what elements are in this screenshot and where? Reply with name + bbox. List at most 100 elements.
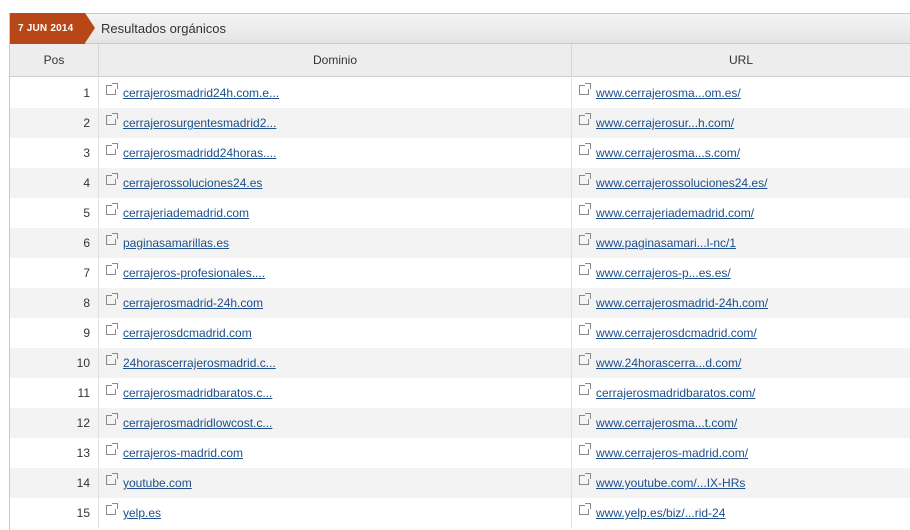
table-row: 3 cerrajerosmadridd24horas.... www.cerraje… xyxy=(10,138,910,168)
domain-link[interactable]: cerrajeros-madrid.com xyxy=(123,446,243,460)
pos-cell: 9 xyxy=(10,318,98,348)
pos-cell: 6 xyxy=(10,228,98,258)
domain-link[interactable]: cerrajerosmadrid24h.com.e... xyxy=(123,86,279,100)
url-link[interactable]: www.cerrajerosma...t.com/ xyxy=(596,416,737,430)
url-link[interactable]: www.cerrajeros-p...es.es/ xyxy=(596,266,731,280)
results-table-body: 1 cerrajerosmadrid24h.com.e... www.cerraje… xyxy=(10,78,910,528)
position-number: 8 xyxy=(83,296,90,310)
url-cell: www.yelp.es/biz/...rid-24 xyxy=(571,498,910,528)
url-link[interactable]: cerrajerosmadridbaratos.com/ xyxy=(596,386,755,400)
external-link-icon[interactable] xyxy=(106,353,118,365)
external-link-icon[interactable] xyxy=(579,143,591,155)
domain-link[interactable]: cerrajerosmadridlowcost.c... xyxy=(123,416,272,430)
external-link-icon[interactable] xyxy=(106,233,118,245)
column-header-domain[interactable]: Dominio xyxy=(98,44,571,76)
domain-link[interactable]: cerrajerosmadridd24horas.... xyxy=(123,146,276,160)
url-cell: www.cerrajeros-madrid.com/ xyxy=(571,438,910,468)
url-cell: www.cerrajeros-p...es.es/ xyxy=(571,258,910,288)
external-link-icon[interactable] xyxy=(106,293,118,305)
domain-link[interactable]: cerrajeriademadrid.com xyxy=(123,206,249,220)
external-link-icon[interactable] xyxy=(106,413,118,425)
pos-cell: 8 xyxy=(10,288,98,318)
pos-cell: 15 xyxy=(10,498,98,528)
url-cell: www.paginasamari...l-nc/1 xyxy=(571,228,910,258)
domain-cell: cerrajerosmadridlowcost.c... xyxy=(98,408,571,438)
url-link[interactable]: www.youtube.com/...IX-HRs xyxy=(596,476,745,490)
external-link-icon[interactable] xyxy=(579,293,591,305)
external-link-icon[interactable] xyxy=(579,353,591,365)
domain-link[interactable]: paginasamarillas.es xyxy=(123,236,229,250)
external-link-icon[interactable] xyxy=(106,173,118,185)
domain-cell: cerrajerosurgentesmadrid2... xyxy=(98,108,571,138)
pos-cell: 13 xyxy=(10,438,98,468)
url-link[interactable]: www.cerrajerosmadrid-24h.com/ xyxy=(596,296,768,310)
domain-link[interactable]: cerrajerosmadrid-24h.com xyxy=(123,296,263,310)
external-link-icon[interactable] xyxy=(579,263,591,275)
domain-link[interactable]: cerrajeros-profesionales.... xyxy=(123,266,265,280)
domain-cell: cerrajerosmadrid-24h.com xyxy=(98,288,571,318)
domain-cell: cerrajerossoluciones24.es xyxy=(98,168,571,198)
external-link-icon[interactable] xyxy=(579,233,591,245)
column-header-pos[interactable]: Pos xyxy=(10,44,98,76)
external-link-icon[interactable] xyxy=(579,413,591,425)
table-row: 12 cerrajerosmadridlowcost.c... www.cerraj… xyxy=(10,408,910,438)
url-link[interactable]: www.cerrajerosma...s.com/ xyxy=(596,146,740,160)
domain-cell: cerrajeros-profesionales.... xyxy=(98,258,571,288)
position-number: 6 xyxy=(83,236,90,250)
external-link-icon[interactable] xyxy=(579,83,591,95)
external-link-icon[interactable] xyxy=(106,263,118,275)
url-link[interactable]: www.cerrajeros-madrid.com/ xyxy=(596,446,748,460)
url-link[interactable]: www.24horascerra...d.com/ xyxy=(596,356,741,370)
domain-link[interactable]: cerrajerosmadridbaratos.c... xyxy=(123,386,272,400)
external-link-icon[interactable] xyxy=(579,113,591,125)
position-number: 9 xyxy=(83,326,90,340)
external-link-icon[interactable] xyxy=(106,323,118,335)
url-link[interactable]: www.cerrajerosur...h.com/ xyxy=(596,116,734,130)
table-row: 5 cerrajeriademadrid.com www.cerrajeriadem… xyxy=(10,198,910,228)
url-link[interactable]: www.cerrajerossoluciones24.es/ xyxy=(596,176,767,190)
domain-link[interactable]: youtube.com xyxy=(123,476,192,490)
domain-link[interactable]: cerrajerosurgentesmadrid2... xyxy=(123,116,276,130)
external-link-icon[interactable] xyxy=(106,383,118,395)
date-badge: 7 JUN 2014 xyxy=(10,13,95,44)
url-link[interactable]: www.cerrajeriademadrid.com/ xyxy=(596,206,754,220)
url-link[interactable]: www.cerrajerosdcmadrid.com/ xyxy=(596,326,757,340)
domain-cell: cerrajerosdcmadrid.com xyxy=(98,318,571,348)
domain-link[interactable]: cerrajerosdcmadrid.com xyxy=(123,326,252,340)
table-header: Pos Dominio URL xyxy=(10,44,910,77)
domain-link[interactable]: 24horascerrajerosmadrid.c... xyxy=(123,356,276,370)
url-cell: www.cerrajerosma...om.es/ xyxy=(571,78,910,108)
external-link-icon[interactable] xyxy=(106,443,118,455)
external-link-icon[interactable] xyxy=(579,203,591,215)
url-cell: www.cerrajerosma...t.com/ xyxy=(571,408,910,438)
organic-results-panel: 7 JUN 2014 Resultados orgánicos Pos Domi… xyxy=(9,13,910,530)
column-header-url[interactable]: URL xyxy=(571,44,910,76)
panel-title: Resultados orgánicos xyxy=(101,21,227,36)
external-link-icon[interactable] xyxy=(106,503,118,515)
external-link-icon[interactable] xyxy=(106,473,118,485)
domain-cell: cerrajerosmadridbaratos.c... xyxy=(98,378,571,408)
url-link[interactable]: www.paginasamari...l-nc/1 xyxy=(596,236,736,250)
url-cell: www.cerrajerosma...s.com/ xyxy=(571,138,910,168)
url-cell: www.cerrajerosur...h.com/ xyxy=(571,108,910,138)
domain-link[interactable]: cerrajerossoluciones24.es xyxy=(123,176,262,190)
external-link-icon[interactable] xyxy=(579,503,591,515)
external-link-icon[interactable] xyxy=(106,203,118,215)
external-link-icon[interactable] xyxy=(579,173,591,185)
url-link[interactable]: www.cerrajerosma...om.es/ xyxy=(596,86,741,100)
domain-link[interactable]: yelp.es xyxy=(123,506,161,520)
external-link-icon[interactable] xyxy=(579,473,591,485)
external-link-icon[interactable] xyxy=(579,443,591,455)
url-cell: www.cerrajerossoluciones24.es/ xyxy=(571,168,910,198)
url-link[interactable]: www.yelp.es/biz/...rid-24 xyxy=(596,506,725,520)
external-link-icon[interactable] xyxy=(106,113,118,125)
external-link-icon[interactable] xyxy=(579,383,591,395)
position-number: 11 xyxy=(77,386,90,400)
position-number: 2 xyxy=(83,116,90,130)
external-link-icon[interactable] xyxy=(579,323,591,335)
position-number: 14 xyxy=(76,476,90,490)
position-number: 7 xyxy=(83,266,90,280)
table-row: 7 cerrajeros-profesionales.... www.cerraje… xyxy=(10,258,910,288)
external-link-icon[interactable] xyxy=(106,143,118,155)
external-link-icon[interactable] xyxy=(106,83,118,95)
